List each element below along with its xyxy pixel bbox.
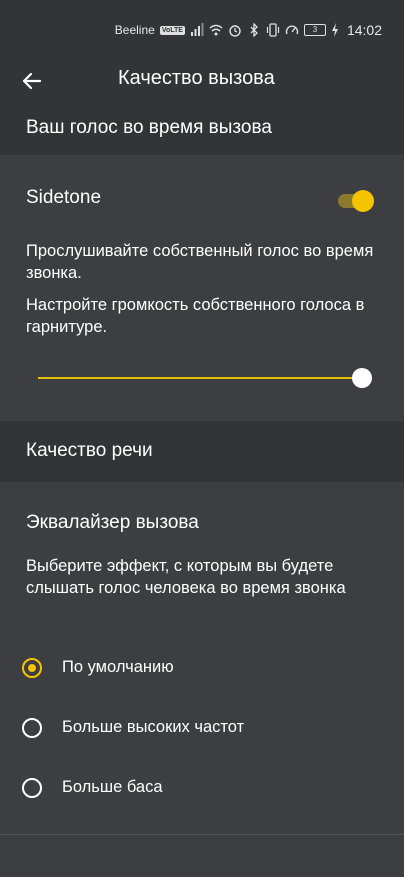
battery-icon: 3 [303,24,326,36]
sidetone-label: Sidetone [26,187,102,208]
volume-description: Настройте громкость собственного голоса … [26,296,365,336]
equalizer-description: Выберите эффект, с которым вы будете слы… [26,557,346,597]
option-more-treble[interactable]: Больше высоких частот [22,710,382,750]
radio-button[interactable] [22,718,42,738]
slider-thumb[interactable] [352,368,372,388]
equalizer-label: Эквалайзер вызова [26,512,199,533]
sidetone-description: Прослушивайте собственный голос во время… [26,242,374,282]
section-header-speech: Качество речи [0,421,404,482]
vibrate-icon [266,23,280,37]
option-default[interactable]: По умолчанию [22,650,382,690]
divider [0,834,404,835]
signal-icon [190,23,204,36]
sidetone-toggle[interactable] [338,189,374,212]
section-title: Качество речи [26,440,153,461]
volte-badge: VoLTE [159,25,185,35]
carrier-name: Beeline [114,23,155,37]
section-header-voice: Ваш голос во время вызова [0,110,404,155]
status-icons: Beeline VoLTE 3 14:02 [115,20,382,40]
sidetone-volume-slider[interactable] [38,366,378,390]
app-bar: Качество вызова [0,60,404,110]
section-title: Ваш голос во время вызова [26,117,272,138]
page-title: Качество вызова [118,67,275,89]
option-more-bass[interactable]: Больше баса [22,770,382,810]
slider-track [38,377,356,379]
status-bar: Beeline VoLTE 3 14:02 [0,0,404,60]
option-label: Больше баса [62,778,163,796]
option-label: По умолчанию [62,658,174,676]
radio-button-selected[interactable] [22,658,42,678]
bluetooth-icon [250,23,258,37]
speedometer-icon [285,25,299,35]
wifi-icon [209,24,223,36]
alarm-icon [229,25,241,37]
radio-button[interactable] [22,778,42,798]
clock: 14:02 [346,22,382,38]
back-arrow-icon[interactable] [20,69,44,93]
option-label: Больше высоких частот [62,718,245,736]
toggle-thumb [352,190,374,212]
charging-icon [331,23,338,37]
